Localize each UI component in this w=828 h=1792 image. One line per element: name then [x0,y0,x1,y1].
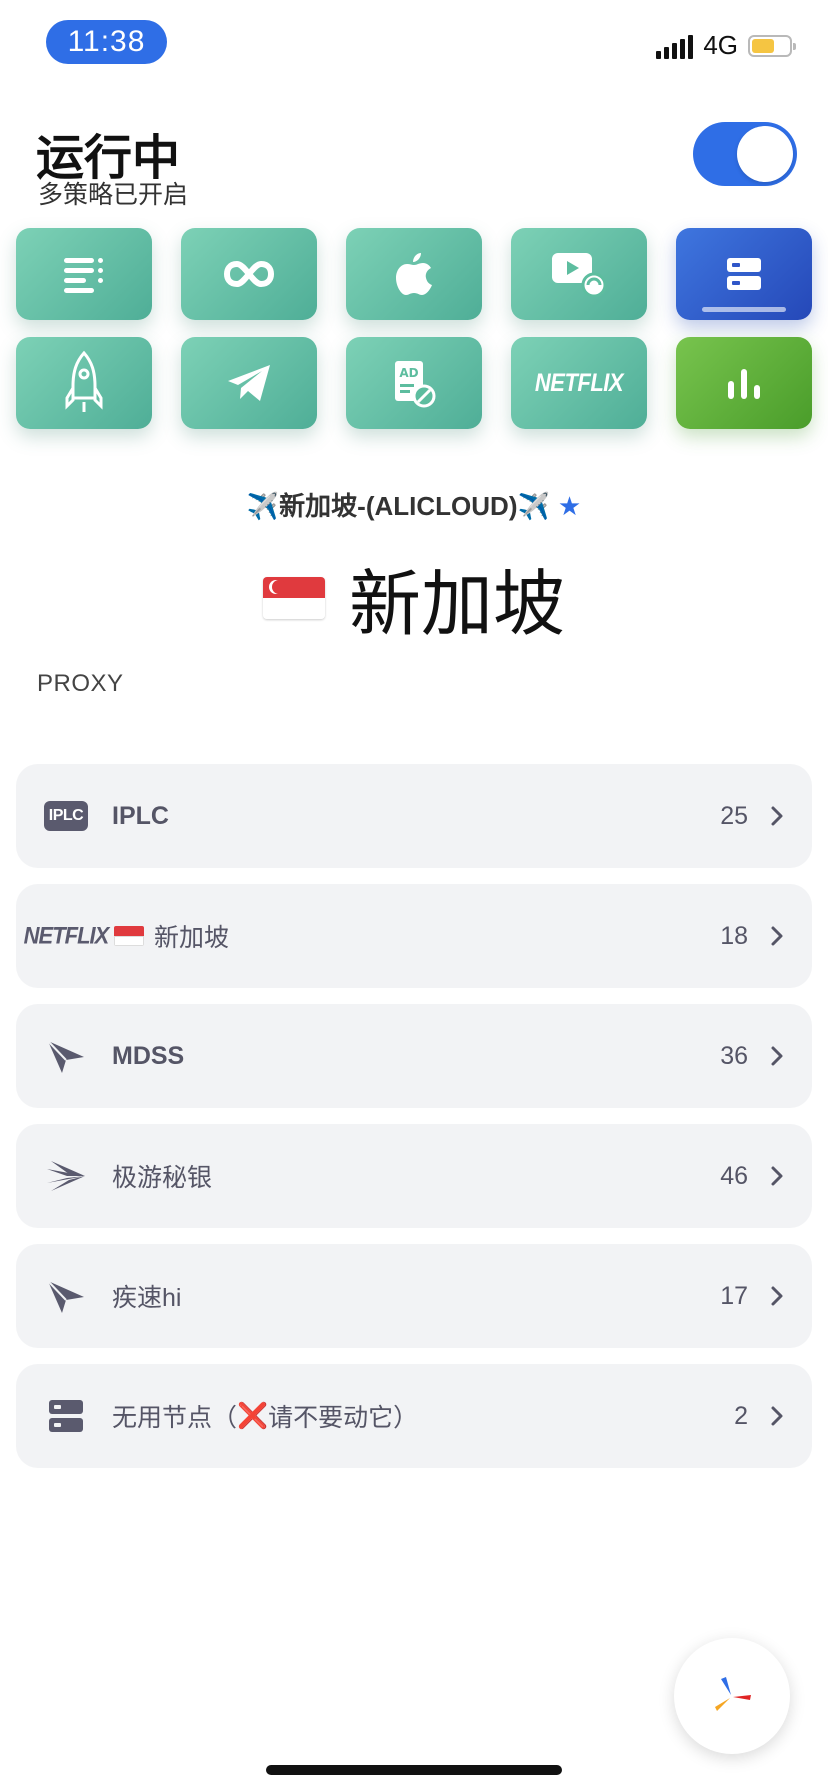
rocket-icon [65,350,103,412]
paper-plane-icon [40,1036,92,1076]
server-icon [727,258,761,290]
home-indicator[interactable] [266,1765,562,1775]
active-indicator [702,307,786,312]
chevron-right-icon [771,1406,783,1426]
server-icon [40,1396,92,1436]
group-count: 36 [720,1041,748,1070]
netflix-icon: NETFLIX [23,921,110,950]
group-label-suffix: 请不要动它） [268,1404,419,1432]
iplc-icon: IPLC [40,796,92,836]
pinwheel-icon [715,1677,751,1711]
apple-icon [396,253,432,295]
group-label-prefix: 无用节点（ [112,1404,238,1432]
group-label: IPLC [112,801,169,830]
group-count: 18 [720,921,748,950]
proxy-group-list: IPLC IPLC 25 NETFLIX 新加坡 18 MDSS 36 极游秘银… [16,764,812,1484]
tile-infinity[interactable] [181,228,317,320]
singapore-flag-icon [114,926,144,946]
group-label: 疾速hi [112,1284,182,1312]
group-row-jiyou[interactable]: 极游秘银 46 [16,1124,812,1228]
group-row-jisu[interactable]: 疾速hi 17 [16,1244,812,1348]
group-label: 极游秘银 [112,1164,213,1192]
group-count: 25 [720,801,748,830]
adblock-icon: AD [395,361,436,408]
speed-icon [40,1156,92,1196]
toggle-knob [737,126,793,182]
group-label-wrap: 新加坡 [114,918,229,954]
section-label: PROXY [37,670,124,697]
vpn-toggle[interactable] [693,122,797,186]
group-label: MDSS [112,1041,185,1070]
current-region: 新加坡 [0,545,828,650]
status-indicators: 4G [656,30,796,61]
current-node-line: ✈️新加坡-(ALICLOUD)✈️ ★ [0,486,828,523]
paper-plane-icon [40,1276,92,1316]
group-label: 新加坡 [154,924,230,952]
tile-apple[interactable] [346,228,482,320]
group-row-unused[interactable]: 无用节点（ ❌ 请不要动它） 2 [16,1364,812,1468]
tile-server[interactable] [676,228,812,320]
tile-telegram[interactable] [181,337,317,429]
chevron-right-icon [771,1286,783,1306]
run-status-subtitle: 多策略已开启 [38,181,189,209]
group-row-netflix[interactable]: NETFLIX 新加坡 18 [16,884,812,988]
group-row-mdss[interactable]: MDSS 36 [16,1004,812,1108]
group-label: 无用节点（ ❌ 请不要动它） [112,1398,418,1434]
tile-netflix[interactable]: NETFLIX [511,337,647,429]
current-node-full: ✈️新加坡-(ALICLOUD)✈️ [246,491,550,521]
netflix-logo: NETFLIX [534,368,624,397]
chart-icon [728,369,760,399]
tile-rocket[interactable] [16,337,152,429]
group-count: 17 [720,1281,748,1310]
tile-adblock[interactable]: AD [346,337,482,429]
status-time: 11:38 [46,20,167,64]
current-region-name: 新加坡 [348,565,565,645]
telegram-icon [228,365,270,401]
policy-tile-grid: AD NETFLIX [16,228,812,429]
video-icon [552,253,607,297]
tile-chart[interactable] [676,337,812,429]
tile-video[interactable] [511,228,647,320]
infinity-icon [224,260,274,288]
floating-action-button[interactable] [674,1638,790,1754]
group-count: 46 [720,1161,748,1190]
chevron-right-icon [771,806,783,826]
group-count: 2 [734,1401,748,1430]
signal-icon [656,33,694,59]
battery-icon [748,34,796,57]
favorite-star-icon[interactable]: ★ [558,491,581,521]
group-row-iplc[interactable]: IPLC IPLC 25 [16,764,812,868]
chevron-right-icon [771,1046,783,1066]
singapore-flag-icon [262,576,325,619]
list-icon [64,258,103,293]
cross-mark-icon: ❌ [237,1401,269,1430]
svg-text:AD: AD [399,366,418,380]
chevron-right-icon [771,926,783,946]
network-type: 4G [703,30,738,60]
chevron-right-icon [771,1166,783,1186]
tile-list[interactable] [16,228,152,320]
